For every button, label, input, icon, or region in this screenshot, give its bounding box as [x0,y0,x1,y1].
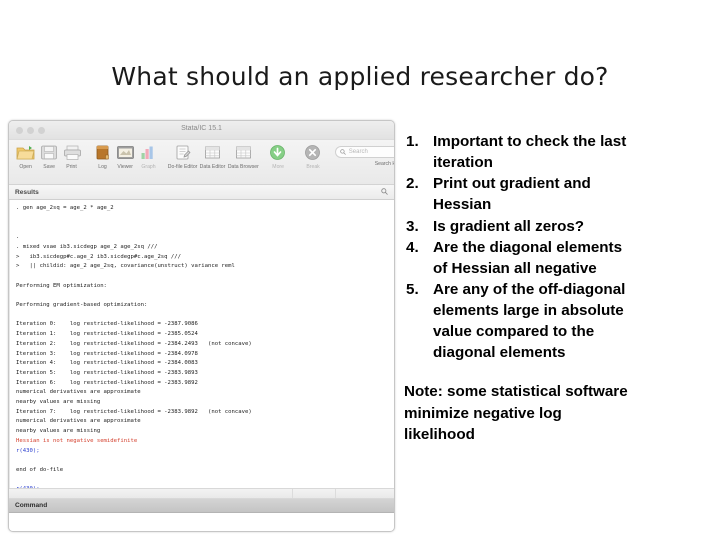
checklist-column: 1. Important to check the last iteration… [404,131,632,445]
list-item-number: 4. [406,238,419,256]
toolbar-button-do-file-editor[interactable]: Do-file Editor [167,142,198,170]
toolbar-label-data-editor: Data Editor [199,164,226,170]
toolbar-button-break[interactable]: Break [296,142,330,170]
console-line: . gen age_2sq = age_2 * age_2 [16,205,114,211]
list-item-label: Print out gradient and Hessian [433,175,591,214]
toolbar-label-graph: Graph [140,164,156,170]
toolbar-label-open: Open [19,164,33,170]
floppy-disk-icon [38,142,60,163]
toolbar-label-more: More [271,164,284,170]
console-line: Iteration 3: log restricted-likelihood =… [16,350,198,357]
console-line: Iteration 6: log restricted-likelihood =… [16,379,198,386]
toolbar-label-viewer: Viewer [117,164,133,170]
console-line: numerical derivatives are approximate [16,418,141,425]
console-line: Iteration 7: log restricted-likelihood =… [16,408,252,415]
scrollbar-segment [293,489,336,498]
list-item-label: Are the diagonal elements of Hessian all… [433,238,623,277]
console-line: Performing gradient-based optimization: [16,302,148,309]
scrollbar-segment [336,489,394,498]
scrollbar-track[interactable] [9,489,293,498]
note-text: Note: some statistical software minimize… [404,383,628,443]
data-editor-icon [202,142,224,163]
results-panel-title: Results [15,188,39,196]
console-line: > || childid: age_2 age_2sq, covariance(… [16,263,235,270]
window-titlebar: Stata/IC 15.1 [9,121,394,140]
toolbar-button-more[interactable]: More [261,142,295,170]
viewer-window-icon [114,142,136,163]
break-stop-icon [302,142,324,163]
console-line: Iteration 0: log restricted-likelihood =… [16,321,198,328]
search-input[interactable]: Search [334,146,394,158]
stata-application-window: Stata/IC 15.1 Open Save Print Log Viewer… [8,120,395,532]
list-item: 3. Is gradient all zeros? [404,216,632,237]
list-item-label: Is gradient all zeros? [433,217,585,235]
command-panel-header: Command [9,499,394,513]
horizontal-scrollbar[interactable] [9,488,394,499]
more-down-arrow-icon [267,142,289,163]
toolbar-button-save[interactable]: Save [38,142,60,170]
list-item-label: Important to check the last iteration [433,133,627,172]
toolbar-button-viewer[interactable]: Viewer [114,142,136,170]
search-help-label: Search Help [374,161,394,167]
toolbar-button-log[interactable]: Log [91,142,113,170]
list-item-number: 5. [406,280,419,298]
console-line: > ib3.sicdegp#c.age_2 ib3.sicdegp#c.age_… [16,253,182,260]
toolbar-label-print: Print [66,164,78,170]
list-item: 2. Print out gradient and Hessian [404,173,632,215]
toolbar-label-data-browser: Data Browser [227,164,259,170]
results-panel-header: Results [9,185,394,200]
toolbar-button-open[interactable]: Open [15,142,37,170]
console-line: Hessian is not negative semidefinite [16,437,138,444]
list-item: 4. Are the diagonal elements of Hessian … [404,237,632,279]
command-panel-title: Command [15,502,48,509]
data-browser-icon [232,142,254,163]
do-file-editor-icon [172,142,194,163]
toolbar-button-data-editor[interactable]: Data Editor [199,142,226,170]
log-book-icon [91,142,113,163]
console-line: nearby values are missing [16,428,101,435]
list-item: 1. Important to check the last iteration [404,131,632,173]
console-line: nearby values are missing [16,399,101,406]
search-icon [340,149,346,155]
toolbar-button-print[interactable]: Print [61,142,83,170]
list-item-number: 3. [406,217,419,235]
folder-open-icon [15,142,37,163]
console-line: Iteration 2: log restricted-likelihood =… [16,340,252,347]
toolbar-right-group: More Break Search Search [261,142,394,170]
toolbar-label-do-file-editor: Do-file Editor [167,164,198,170]
results-console[interactable]: . gen age_2sq = age_2 * age_2 . . mixed v… [9,200,394,488]
printer-icon [61,142,83,163]
results-search-icon[interactable] [381,188,388,197]
toolbar-label-break: Break [306,164,320,170]
search-placeholder: Search [348,149,368,155]
toolbar-button-graph[interactable]: Graph [137,142,159,170]
list-item: 5. Are any of the off-diagonal elements … [404,279,632,364]
console-line: end of do-file [16,466,64,473]
toolbar-label-save: Save [43,164,55,170]
toolbar-label-log: Log [97,164,107,170]
toolbar-button-data-browser[interactable]: Data Browser [227,142,260,170]
list-item-number: 2. [406,175,419,193]
console-line: Performing EM optimization: [16,282,107,289]
console-line: . [16,234,20,241]
stata-toolbar: Open Save Print Log Viewer Graph Do-file… [9,140,394,185]
list-item-label: Are any of the off-diagonal elements lar… [433,280,626,362]
page-title: What should an applied researcher do? [111,62,609,91]
command-input[interactable] [9,513,394,531]
checklist-list: 1. Important to check the last iteration… [404,131,632,363]
list-item-number: 1. [406,133,419,150]
bar-chart-icon [137,142,159,163]
console-line: numerical derivatives are approximate [16,389,141,396]
console-line: r(430); [16,447,40,454]
window-title: Stata/IC 15.1 [181,125,222,132]
console-line: Iteration 4: log restricted-likelihood =… [16,360,198,367]
console-line: r(430); [16,485,394,488]
console-line: . mixed vsae ib3.sicdegp age_2 age_2sq /… [16,243,158,250]
search-help-group: Search Search Help [334,142,394,167]
console-line: Iteration 5: log restricted-likelihood =… [16,369,198,376]
console-line: Iteration 1: log restricted-likelihood =… [16,331,198,338]
